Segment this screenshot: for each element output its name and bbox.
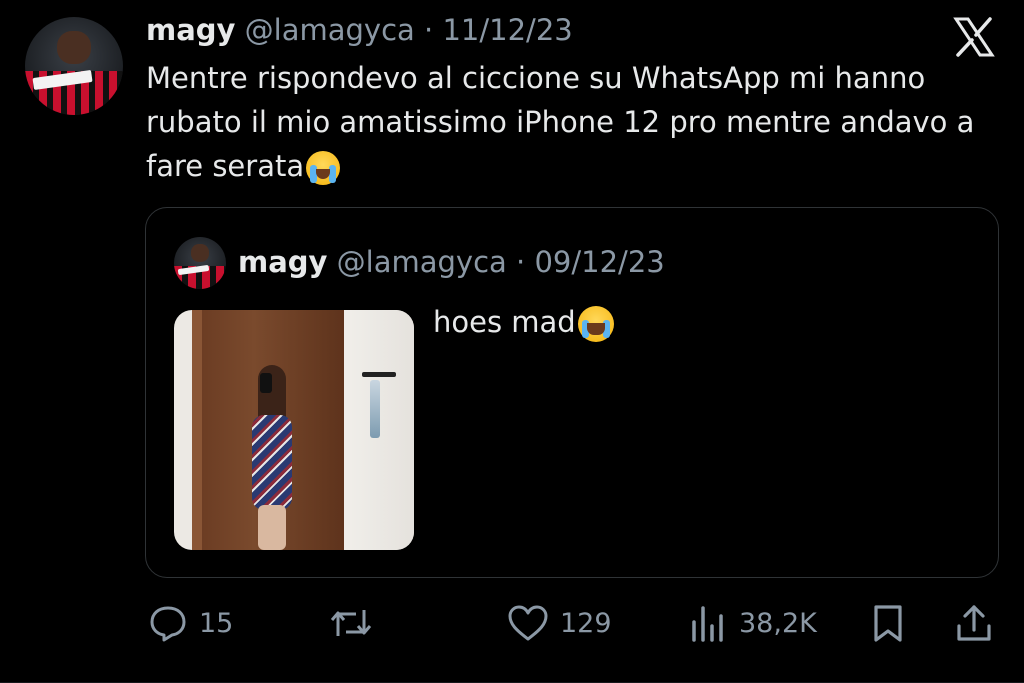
quoted-tweet-date[interactable]: 09/12/23 <box>534 245 664 279</box>
quoted-author-handle[interactable]: @lamagyca <box>337 245 507 279</box>
views-icon <box>692 606 723 642</box>
repost-button[interactable] <box>328 600 384 646</box>
share-icon <box>957 605 991 641</box>
quoted-tweet-text-content: hoes mad <box>433 305 576 339</box>
bookmark-button[interactable] <box>870 600 906 646</box>
author-handle[interactable]: @lamagyca <box>245 13 415 47</box>
repost-icon <box>330 610 372 636</box>
reply-count: 15 <box>199 607 234 639</box>
quoted-author-avatar[interactable] <box>174 237 226 289</box>
tweet-header: magy @lamagyca · 11/12/23 <box>146 13 573 47</box>
quoted-tweet-image[interactable] <box>174 310 414 550</box>
reply-icon <box>150 606 186 642</box>
bookmark-icon <box>874 605 902 642</box>
tweet-text-content: Mentre rispondevo al ciccione su WhatsAp… <box>146 61 975 183</box>
x-logo[interactable] <box>952 15 996 59</box>
loudly-crying-face-icon <box>306 151 341 185</box>
author-avatar[interactable] <box>25 17 123 115</box>
quoted-tweet-text: hoes mad <box>433 305 614 342</box>
reply-button[interactable]: 15 <box>147 600 233 646</box>
like-count: 129 <box>560 607 612 639</box>
like-button[interactable]: 129 <box>506 600 612 646</box>
quoted-separator-dot: · <box>516 245 526 279</box>
separator-dot: · <box>424 13 434 47</box>
tweet-date[interactable]: 11/12/23 <box>442 13 572 47</box>
share-button[interactable] <box>953 600 995 646</box>
views-button[interactable]: 38,2K <box>689 600 817 646</box>
face-with-tears-of-joy-icon <box>577 306 614 342</box>
author-name[interactable]: magy <box>146 13 235 47</box>
action-bar: 15 129 38,2K <box>0 600 1024 646</box>
views-count: 38,2K <box>739 607 817 639</box>
quoted-author-name[interactable]: magy <box>238 245 327 279</box>
like-icon <box>508 605 548 641</box>
quoted-tweet-header: magy @lamagyca · 09/12/23 <box>238 245 665 279</box>
tweet-text: Mentre rispondevo al ciccione su WhatsAp… <box>146 56 1006 188</box>
